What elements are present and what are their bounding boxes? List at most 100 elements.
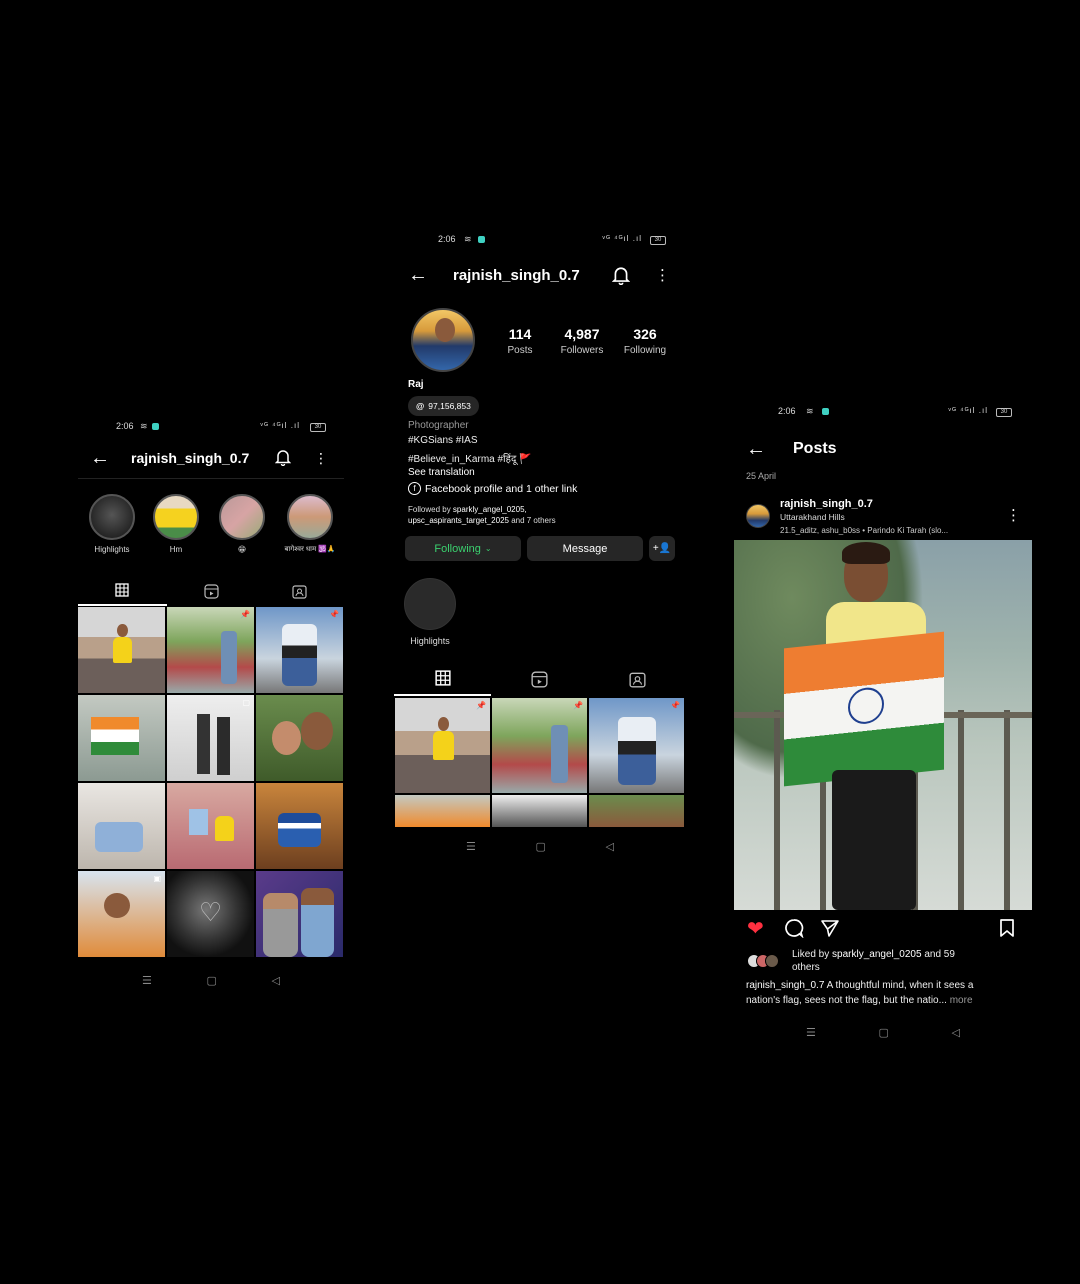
post-thumbnail[interactable]: 📌 bbox=[256, 607, 343, 693]
post-thumbnail[interactable]: ▢ bbox=[167, 695, 254, 781]
profile-tabs bbox=[78, 576, 344, 606]
post-image bbox=[617, 717, 656, 786]
app-icon bbox=[478, 236, 485, 243]
back-arrow-icon[interactable]: ← bbox=[746, 438, 766, 461]
highlight-item[interactable]: Highlights bbox=[86, 494, 138, 554]
liked-by-name: sparkly_angel_0205 bbox=[832, 949, 922, 960]
liked-by[interactable]: Liked by sparkly_angel_0205 and 59 other… bbox=[792, 948, 1028, 974]
post-audio[interactable]: 21.5_aditz, ashu_b0ss • Parindo Ki Tarah… bbox=[780, 526, 948, 535]
threads-icon: @ bbox=[416, 401, 425, 411]
stat-following[interactable]: 326 Following bbox=[614, 326, 676, 356]
tab-tagged[interactable] bbox=[255, 576, 344, 606]
highlight-item[interactable]: Highlights bbox=[402, 578, 458, 646]
post-thumbnail[interactable] bbox=[78, 607, 165, 693]
following-button[interactable]: Following ⌄ bbox=[405, 536, 521, 561]
highlight-item[interactable]: बागेश्वर धाम 🕉️🙏 bbox=[278, 494, 342, 554]
post-thumbnail[interactable] bbox=[256, 783, 343, 869]
bell-icon[interactable] bbox=[275, 449, 291, 466]
tab-reels[interactable] bbox=[491, 662, 588, 696]
back-nav-icon[interactable]: ◁ bbox=[272, 974, 280, 987]
add-user-button[interactable]: +👤 bbox=[649, 536, 675, 561]
post-thumbnail[interactable] bbox=[589, 795, 684, 827]
back-nav-icon[interactable]: ◁ bbox=[606, 840, 614, 853]
back-arrow-icon[interactable]: ← bbox=[408, 264, 428, 287]
stat-followers[interactable]: 4,987 Followers bbox=[550, 326, 614, 356]
more-options-icon[interactable]: ⋮ bbox=[1006, 506, 1021, 524]
stat-posts[interactable]: 114 Posts bbox=[490, 326, 550, 356]
profile-category: Photographer bbox=[408, 420, 469, 431]
more-options-icon[interactable]: ⋮ bbox=[655, 266, 670, 284]
post-caption: rajnish_singh_0.7 A thoughtful mind, whe… bbox=[746, 978, 1028, 1008]
highlight-item[interactable]: Hm bbox=[150, 494, 202, 554]
back-arrow-icon[interactable]: ← bbox=[90, 447, 110, 470]
post-thumbnail[interactable]: 📌 bbox=[395, 698, 490, 793]
tab-tagged[interactable] bbox=[589, 662, 686, 696]
post-thumbnail[interactable] bbox=[167, 783, 254, 869]
caption-more-link[interactable]: more bbox=[947, 995, 973, 1006]
message-button[interactable]: Message bbox=[527, 536, 643, 561]
page-title: Posts bbox=[793, 440, 837, 457]
back-nav-icon[interactable]: ◁ bbox=[952, 1026, 960, 1039]
home-nav-icon[interactable]: ▢ bbox=[879, 1026, 889, 1039]
post-thumbnail[interactable]: ♡ bbox=[167, 871, 254, 957]
save-bookmark-icon[interactable] bbox=[998, 918, 1016, 943]
highlight-label: Hm bbox=[169, 545, 183, 554]
like-heart-icon[interactable]: ❤ bbox=[747, 916, 764, 941]
share-icon[interactable] bbox=[820, 918, 840, 943]
post-thumbnail[interactable] bbox=[78, 783, 165, 869]
post-image-detail bbox=[214, 815, 234, 842]
signal-icons: ᵛᴳ ⁴ᴳıl .ıl bbox=[602, 234, 642, 243]
tab-posts-grid[interactable] bbox=[78, 576, 167, 606]
menu-nav-icon[interactable]: ☰ bbox=[466, 840, 476, 853]
username: rajnish_singh_0.7 bbox=[453, 266, 580, 284]
post-thumbnail[interactable]: 📌 bbox=[492, 698, 587, 793]
more-options-icon[interactable]: ⋮ bbox=[314, 450, 328, 467]
followed-by-name: sparkly_angel_0205, bbox=[452, 505, 527, 514]
status-time: 2:06 bbox=[778, 406, 796, 416]
post-thumbnail[interactable] bbox=[256, 695, 343, 781]
post-image[interactable] bbox=[734, 540, 1032, 910]
home-nav-icon[interactable]: ▢ bbox=[536, 840, 546, 853]
menu-nav-icon[interactable]: ☰ bbox=[142, 974, 152, 987]
liked-by-suffix: and 59 bbox=[921, 949, 955, 960]
post-thumbnail[interactable]: 📌 bbox=[167, 607, 254, 693]
post-thumbnail[interactable]: 📌 bbox=[589, 698, 684, 793]
followed-by-name: upsc_aspirants_target_2025 bbox=[408, 516, 509, 525]
bio-link[interactable]: f Facebook profile and 1 other link bbox=[408, 482, 577, 495]
posts-header: ← Posts bbox=[734, 436, 1032, 462]
post-thumbnail[interactable] bbox=[256, 871, 343, 957]
tab-reels[interactable] bbox=[167, 576, 256, 606]
highlight-label: 😁 bbox=[237, 545, 247, 554]
app-icon bbox=[152, 423, 159, 430]
followed-by[interactable]: Followed by sparkly_angel_0205, upsc_asp… bbox=[408, 504, 556, 526]
post-location[interactable]: Uttarakhand Hills bbox=[780, 512, 845, 522]
highlight-cover bbox=[89, 494, 135, 540]
caption-text: A thoughtful mind, when it sees a bbox=[824, 980, 974, 991]
stat-followers-label: Followers bbox=[560, 345, 604, 356]
tab-posts-grid[interactable] bbox=[394, 662, 492, 696]
see-translation-link[interactable]: See translation bbox=[408, 467, 475, 478]
threads-badge[interactable]: @ 97,156,853 bbox=[408, 396, 479, 416]
home-nav-icon[interactable]: ▢ bbox=[207, 974, 217, 987]
avatar-face bbox=[435, 318, 455, 342]
wifi-icon: ≋ bbox=[464, 234, 472, 244]
reels-icon bbox=[203, 583, 219, 599]
post-thumbnail[interactable]: ▣ bbox=[78, 871, 165, 957]
profile-avatar[interactable] bbox=[411, 308, 475, 372]
menu-nav-icon[interactable]: ☰ bbox=[806, 1026, 816, 1039]
post-thumbnail[interactable] bbox=[492, 795, 587, 827]
bell-icon[interactable] bbox=[612, 266, 630, 285]
post-author-avatar[interactable] bbox=[746, 504, 770, 528]
highlight-item[interactable]: 😁 bbox=[216, 494, 268, 554]
caption-username[interactable]: rajnish_singh_0.7 bbox=[746, 980, 824, 991]
post-image bbox=[197, 713, 210, 775]
post-date: 25 April bbox=[746, 471, 777, 481]
post-thumbnail[interactable] bbox=[78, 695, 165, 781]
post-image bbox=[104, 892, 131, 919]
post-thumbnail[interactable] bbox=[395, 795, 490, 827]
post-image-detail bbox=[217, 716, 230, 775]
comment-icon[interactable] bbox=[784, 918, 804, 943]
post-author[interactable]: rajnish_singh_0.7 bbox=[780, 498, 873, 510]
post-image bbox=[112, 637, 132, 663]
middle-screen: 2:06 ≋ ᵛᴳ ⁴ᴳıl .ıl 30 ← rajnish_singh_0.… bbox=[394, 228, 686, 858]
